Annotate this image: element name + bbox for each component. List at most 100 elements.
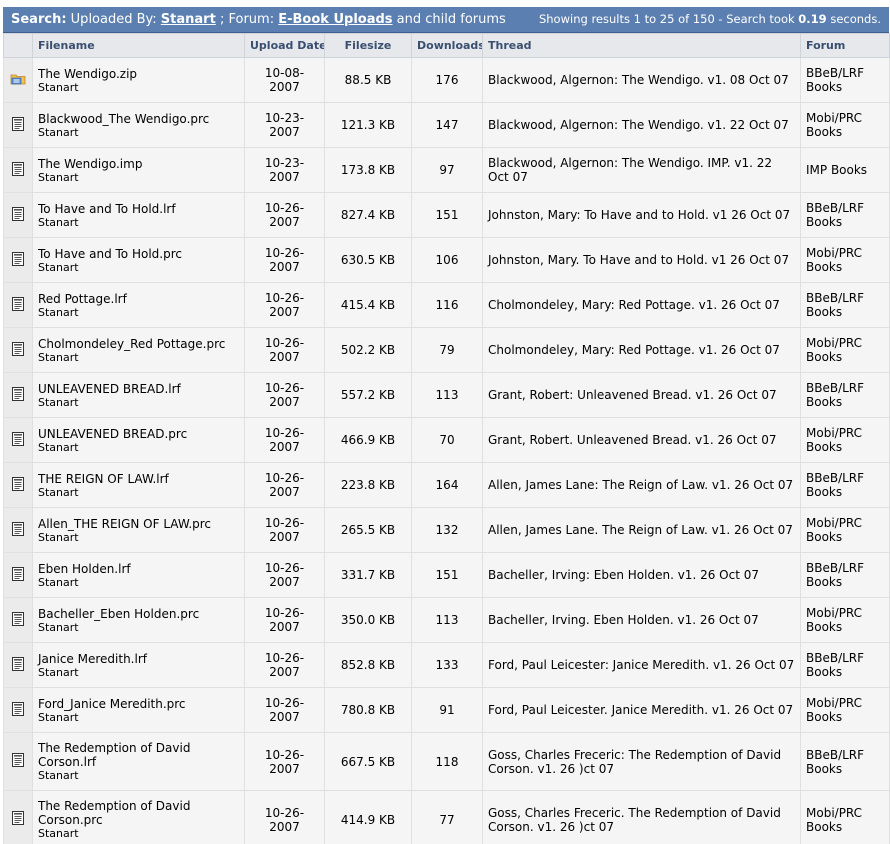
uploader-name[interactable]: Stanart <box>38 126 239 139</box>
uploader-name[interactable]: Stanart <box>38 711 239 724</box>
uploader-name[interactable]: Stanart <box>38 261 239 274</box>
thread-link[interactable]: Grant, Robert. Unleavened Bread. v1. 26 … <box>488 433 776 447</box>
separator: ; <box>219 12 225 27</box>
uploader-name[interactable]: Stanart <box>38 666 239 679</box>
document-icon <box>10 752 26 768</box>
forum-name-link[interactable]: Mobi/PRC Books <box>806 111 862 139</box>
filename-link[interactable]: Ford_Janice Meredith.prc <box>38 697 239 711</box>
filename-cell: Ford_Janice Meredith.prc Stanart <box>32 687 245 733</box>
filename-link[interactable]: UNLEAVENED BREAD.prc <box>38 427 239 441</box>
uploader-name[interactable]: Stanart <box>38 441 239 454</box>
file-type-cell <box>3 327 33 373</box>
thread-link[interactable]: Johnston, Mary. To Have and to Hold. v1 … <box>488 253 789 267</box>
download-count: 176 <box>411 57 483 103</box>
forum-name-link[interactable]: Mobi/PRC Books <box>806 696 862 724</box>
uploader-name[interactable]: Stanart <box>38 306 239 319</box>
filename-link[interactable]: The Wendigo.imp <box>38 157 239 171</box>
table-row: Eben Holden.lrf Stanart 10-26-2007 331.7 KB… <box>3 552 890 598</box>
uploader-name[interactable]: Stanart <box>38 216 239 229</box>
uploader-name[interactable]: Stanart <box>38 486 239 499</box>
uploader-name[interactable]: Stanart <box>38 827 239 840</box>
header-filename[interactable]: Filename <box>32 33 245 58</box>
forum-link[interactable]: E-Book Uploads <box>278 12 392 27</box>
uploader-name[interactable]: Stanart <box>38 769 239 782</box>
forum-name-link[interactable]: Mobi/PRC Books <box>806 516 862 544</box>
uploader-name[interactable]: Stanart <box>38 171 239 184</box>
upload-date: 10-23-2007 <box>244 102 325 148</box>
forum-name-link[interactable]: Mobi/PRC Books <box>806 606 862 634</box>
upload-date: 10-26-2007 <box>244 552 325 598</box>
thread-link[interactable]: Bacheller, Irving: Eben Holden. v1. 26 O… <box>488 568 759 582</box>
forum-name-link[interactable]: Mobi/PRC Books <box>806 806 862 834</box>
filename-link[interactable]: Cholmondeley_Red Pottage.prc <box>38 337 239 351</box>
header-downloads[interactable]: Downloads <box>411 33 483 58</box>
upload-date: 10-23-2007 <box>244 147 325 193</box>
filename-cell: Cholmondeley_Red Pottage.prc Stanart <box>32 327 245 373</box>
filename-link[interactable]: The Wendigo.zip <box>38 67 239 81</box>
filename-link[interactable]: Allen_THE REIGN OF LAW.prc <box>38 517 239 531</box>
forum-name-link[interactable]: BBeB/LRF Books <box>806 748 864 776</box>
thread-link[interactable]: Goss, Charles Freceric. The Redemption o… <box>488 806 781 834</box>
uploader-name[interactable]: Stanart <box>38 396 239 409</box>
uploader-name[interactable]: Stanart <box>38 621 239 634</box>
thread-cell: Blackwood, Algernon: The Wendigo. v1. 22… <box>482 102 801 148</box>
filename-link[interactable]: The Redemption of David Corson.prc <box>38 799 239 827</box>
filename-link[interactable]: Bacheller_Eben Holden.prc <box>38 607 239 621</box>
uploader-name[interactable]: Stanart <box>38 351 239 364</box>
header-filesize[interactable]: Filesize <box>324 33 412 58</box>
uploader-name[interactable]: Stanart <box>38 576 239 589</box>
filename-link[interactable]: Janice Meredith.lrf <box>38 652 239 666</box>
filename-cell: Eben Holden.lrf Stanart <box>32 552 245 598</box>
thread-link[interactable]: Goss, Charles Freceric: The Redemption o… <box>488 748 781 776</box>
thread-link[interactable]: Johnston, Mary: To Have and to Hold. v1 … <box>488 208 790 222</box>
thread-link[interactable]: Grant, Robert: Unleavened Bread. v1. 26 … <box>488 388 777 402</box>
thread-link[interactable]: Ford, Paul Leicester. Janice Meredith. v… <box>488 703 793 717</box>
forum-name-link[interactable]: BBeB/LRF Books <box>806 66 864 94</box>
filename-cell: To Have and To Hold.prc Stanart <box>32 237 245 283</box>
filename-link[interactable]: THE REIGN OF LAW.lrf <box>38 472 239 486</box>
forum-name-link[interactable]: BBeB/LRF Books <box>806 651 864 679</box>
thread-link[interactable]: Allen, James Lane. The Reign of Law. v1.… <box>488 523 793 537</box>
thread-link[interactable]: Cholmondeley, Mary: Red Pottage. v1. 26 … <box>488 298 780 312</box>
filename-link[interactable]: Red Pottage.lrf <box>38 292 239 306</box>
header-upload-date[interactable]: Upload Date <box>244 33 325 58</box>
filename-cell: Blackwood_The Wendigo.prc Stanart <box>32 102 245 148</box>
filesize: 780.8 KB <box>324 687 412 733</box>
thread-link[interactable]: Cholmondeley, Mary: Red Pottage. v1. 26 … <box>488 343 780 357</box>
forum-cell: Mobi/PRC Books <box>800 597 890 643</box>
filename-link[interactable]: UNLEAVENED BREAD.lrf <box>38 382 239 396</box>
search-summary: Search: Uploaded By: Stanart ; Forum: E-… <box>11 12 506 27</box>
thread-link[interactable]: Blackwood, Algernon: The Wendigo. IMP. v… <box>488 156 772 184</box>
forum-name-link[interactable]: IMP Books <box>806 163 867 177</box>
header-thread[interactable]: Thread <box>482 33 801 58</box>
uploader-name[interactable]: Stanart <box>38 531 239 544</box>
thread-link[interactable]: Ford, Paul Leicester: Janice Meredith. v… <box>488 658 794 672</box>
forum-name-link[interactable]: BBeB/LRF Books <box>806 201 864 229</box>
download-count: 97 <box>411 147 483 193</box>
thread-link[interactable]: Blackwood, Algernon: The Wendigo. v1. 22… <box>488 118 789 132</box>
thread-cell: Bacheller, Irving. Eben Holden. v1. 26 O… <box>482 597 801 643</box>
forum-cell: BBeB/LRF Books <box>800 192 890 238</box>
forum-name-link[interactable]: BBeB/LRF Books <box>806 291 864 319</box>
forum-name-link[interactable]: Mobi/PRC Books <box>806 246 862 274</box>
thread-cell: Allen, James Lane: The Reign of Law. v1.… <box>482 462 801 508</box>
upload-date: 10-26-2007 <box>244 732 325 791</box>
file-type-cell <box>3 552 33 598</box>
filename-link[interactable]: Eben Holden.lrf <box>38 562 239 576</box>
uploader-link[interactable]: Stanart <box>161 12 216 27</box>
thread-link[interactable]: Allen, James Lane: The Reign of Law. v1.… <box>488 478 793 492</box>
header-forum[interactable]: Forum <box>800 33 890 58</box>
forum-name-link[interactable]: Mobi/PRC Books <box>806 336 862 364</box>
filename-link[interactable]: To Have and To Hold.prc <box>38 247 239 261</box>
forum-name-link[interactable]: BBeB/LRF Books <box>806 471 864 499</box>
thread-link[interactable]: Blackwood, Algernon: The Wendigo. v1. 08… <box>488 73 789 87</box>
filename-link[interactable]: Blackwood_The Wendigo.prc <box>38 112 239 126</box>
thread-link[interactable]: Bacheller, Irving. Eben Holden. v1. 26 O… <box>488 613 759 627</box>
uploader-name[interactable]: Stanart <box>38 81 239 94</box>
upload-date: 10-26-2007 <box>244 507 325 553</box>
forum-name-link[interactable]: BBeB/LRF Books <box>806 381 864 409</box>
filename-link[interactable]: The Redemption of David Corson.lrf <box>38 741 239 769</box>
filename-link[interactable]: To Have and To Hold.lrf <box>38 202 239 216</box>
forum-name-link[interactable]: Mobi/PRC Books <box>806 426 862 454</box>
forum-name-link[interactable]: BBeB/LRF Books <box>806 561 864 589</box>
